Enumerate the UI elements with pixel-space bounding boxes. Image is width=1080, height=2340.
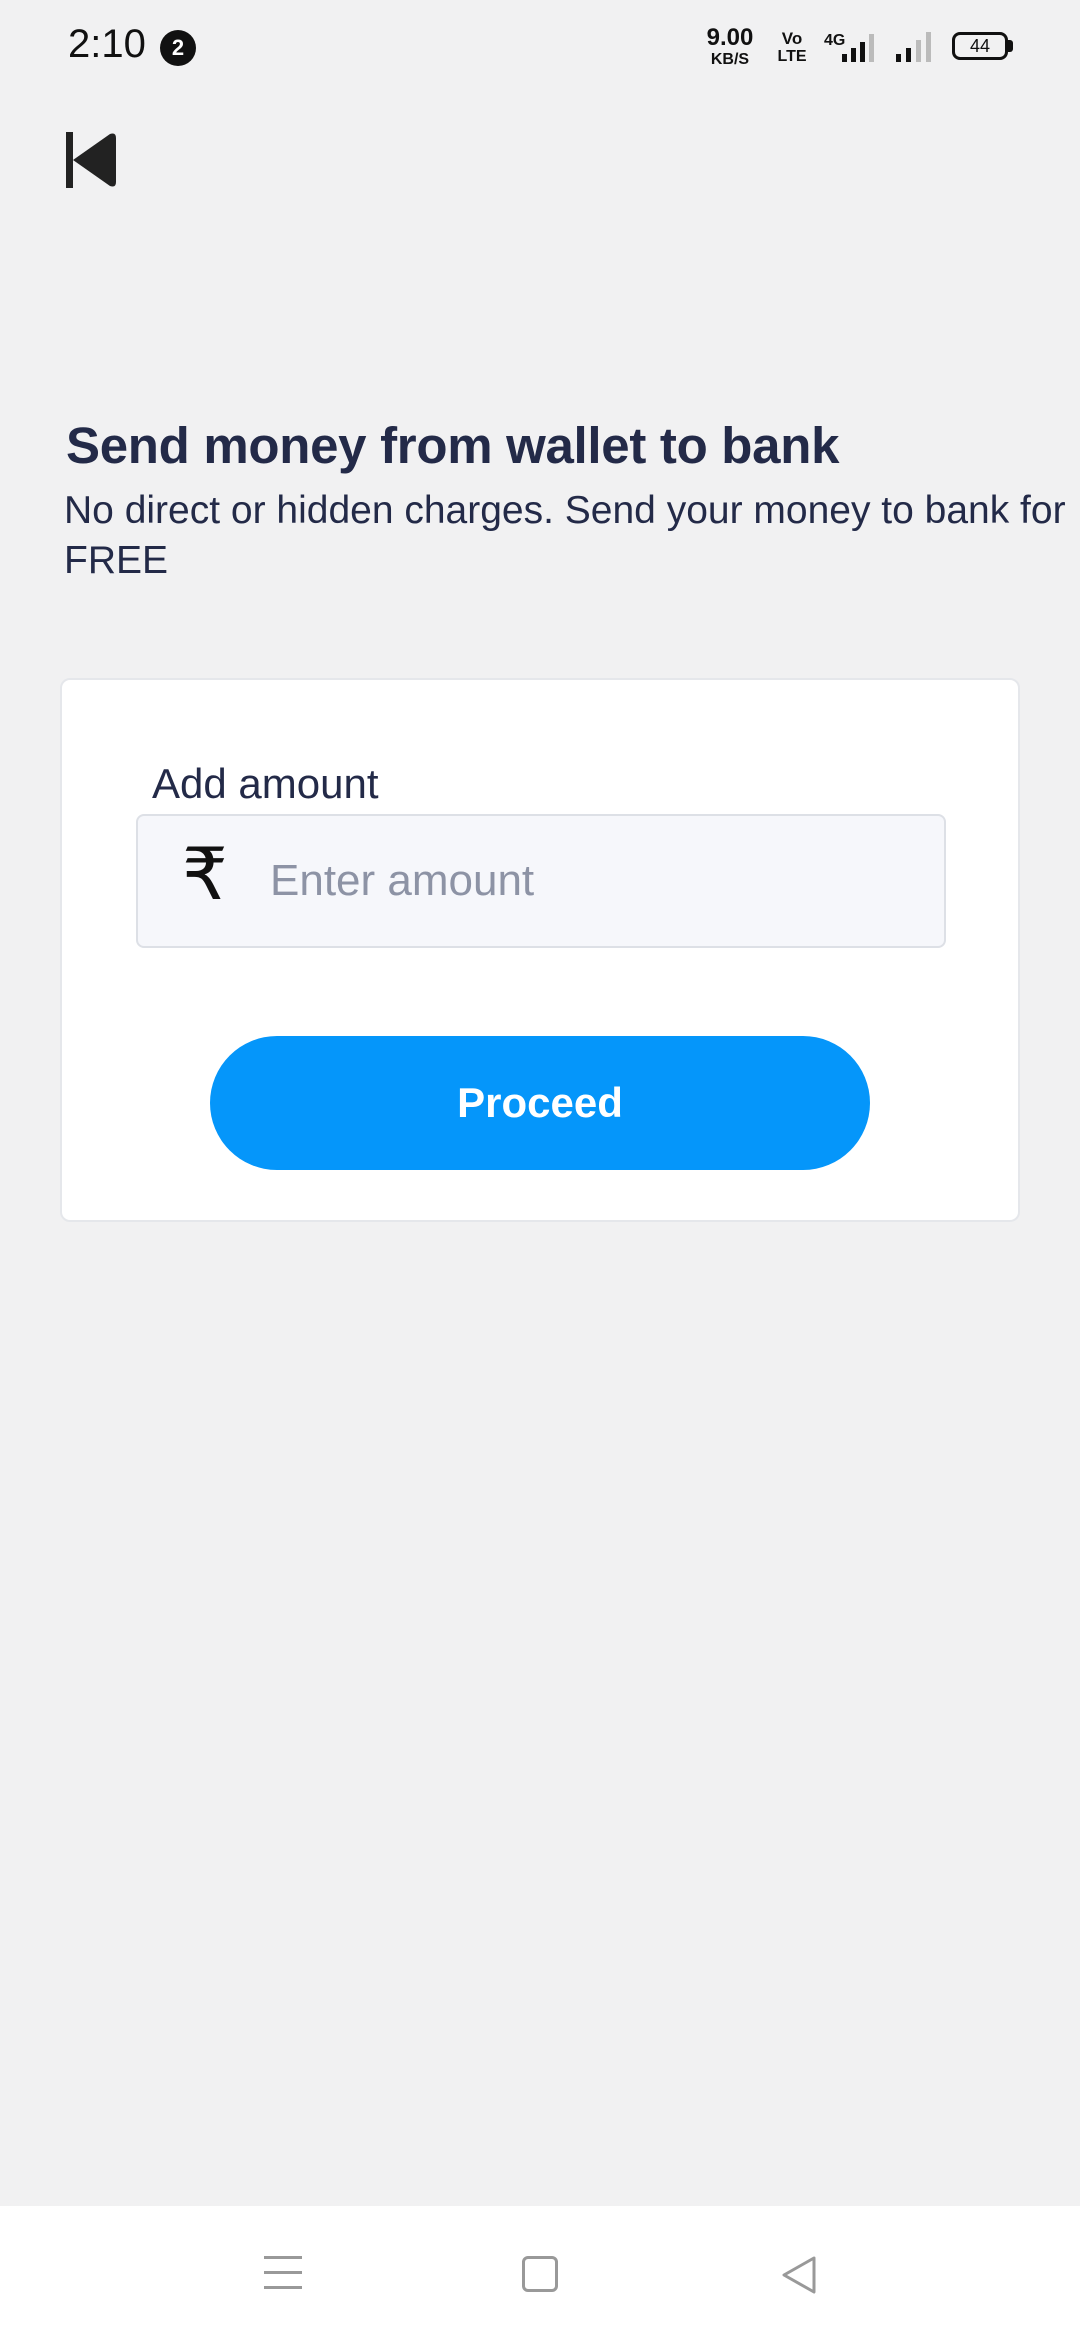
network-type-label: 4G <box>824 32 845 49</box>
notification-count-badge: 2 <box>160 30 196 66</box>
rupee-icon: ₹ <box>182 832 228 916</box>
network-speed: 9.00 KB/S <box>700 26 760 68</box>
amount-label: Add amount <box>152 760 379 807</box>
amount-input-box[interactable]: ₹ <box>136 814 946 948</box>
volte-icon: Vo LTE <box>777 29 807 65</box>
signal-4g-icon: 4G <box>824 32 874 62</box>
status-bar: 2:10 2 9.00 KB/S Vo LTE 4G 44 <box>0 0 1080 96</box>
amount-card: Add amount ₹ Proceed <box>60 678 1020 1222</box>
recent-apps-button[interactable] <box>264 2256 302 2301</box>
back-arrow-icon <box>66 132 116 188</box>
system-nav-bar <box>0 2206 1080 2340</box>
signal-icon <box>896 32 931 62</box>
battery-tip <box>1008 40 1013 52</box>
network-speed-value: 9.00 <box>706 24 754 51</box>
nav-back-icon[interactable] <box>780 2254 818 2296</box>
page-title: Send money from wallet to bank <box>66 417 840 474</box>
page-subtitle: No direct or hidden charges. Send your m… <box>64 489 1066 582</box>
proceed-button[interactable]: Proceed <box>210 1036 870 1170</box>
home-button[interactable] <box>522 2256 558 2292</box>
battery-icon: 44 <box>952 32 1008 60</box>
status-time: 2:10 <box>68 22 146 66</box>
back-button[interactable] <box>62 128 122 192</box>
network-speed-unit: KB/S <box>710 51 750 68</box>
amount-input[interactable] <box>270 816 910 946</box>
